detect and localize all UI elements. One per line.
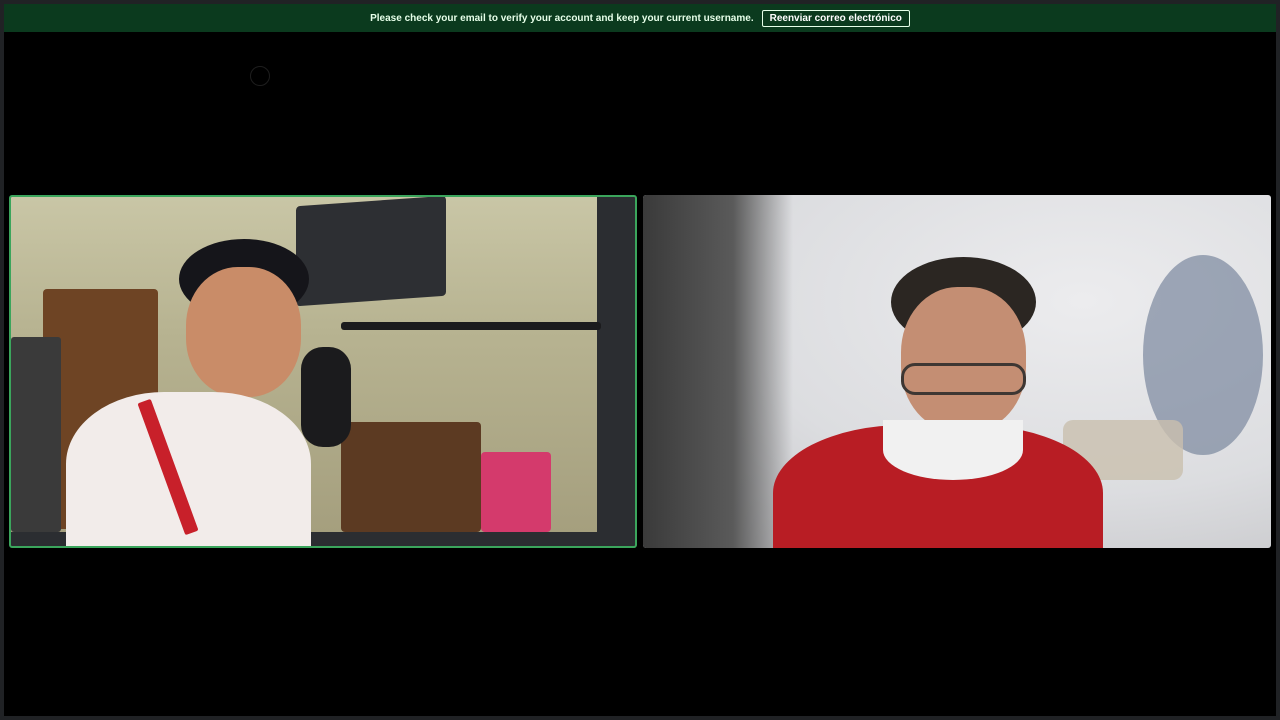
banner-message: Please check your email to verify your a… <box>370 12 754 24</box>
cursor-indicator <box>250 66 270 86</box>
scene-tv <box>296 197 446 307</box>
scene-rack <box>11 337 61 532</box>
scene-stool <box>481 452 551 532</box>
scene-person-glasses <box>901 363 1026 395</box>
video-tile-participant-2[interactable] <box>643 195 1271 548</box>
resend-email-button[interactable]: Reenviar correo electrónico <box>761 9 910 27</box>
verify-email-banner: Please check your email to verify your a… <box>4 4 1276 32</box>
scene-person-face <box>901 287 1026 432</box>
video-feed-participant-1 <box>11 197 601 546</box>
scene-person-face <box>186 267 301 397</box>
scene-blur-left <box>643 195 793 548</box>
scene-mic-arm <box>341 322 601 330</box>
video-tile-participant-1[interactable] <box>9 195 637 548</box>
video-feed-participant-2 <box>643 195 1271 548</box>
scene-person-collar <box>883 420 1023 480</box>
scene-microphone <box>301 347 351 447</box>
voice-channel-stage: Please check your email to verify your a… <box>0 0 1280 720</box>
scene-drawer <box>341 422 481 532</box>
